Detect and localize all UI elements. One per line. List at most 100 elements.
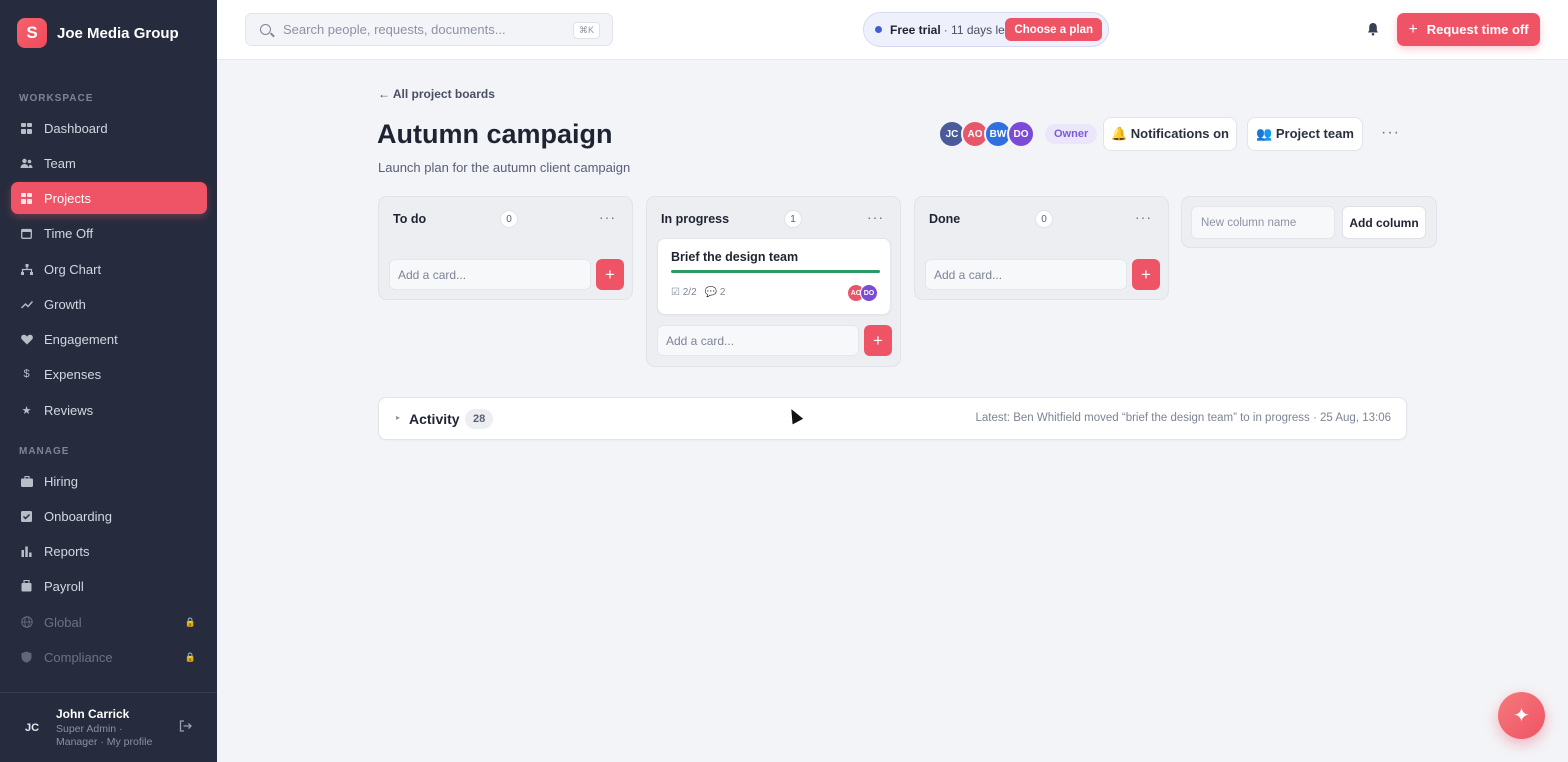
sidebar-item-time-off[interactable]: Time Off <box>11 217 207 249</box>
sidebar-item-dashboard[interactable]: Dashboard <box>11 112 207 144</box>
brand-name: Joe Media Group <box>57 24 179 42</box>
sidebar-item-team[interactable]: Team <box>11 147 207 179</box>
sidebar: S Joe Media Group WORKSPACE Dashboard Te… <box>0 0 217 762</box>
plus-icon: + <box>605 264 615 284</box>
board-column-in-progress: In progress 1 ··· Brief the design team … <box>646 196 901 367</box>
add-card-input[interactable]: Add a card... <box>657 325 859 356</box>
activity-panel[interactable]: ▸ Activity 28 Latest: Ben Whitfield move… <box>378 397 1407 440</box>
search-input[interactable]: Search people, requests, documents... ⌘K <box>245 13 613 46</box>
task-title: Brief the design team <box>671 250 799 264</box>
sidebar-item-expenses[interactable]: $ Expenses <box>11 358 207 390</box>
sidebar-item-label: Time Off <box>44 225 94 241</box>
choose-plan-button[interactable]: Choose a plan <box>1005 18 1102 41</box>
sidebar-item-label: Reviews <box>44 402 94 418</box>
sidebar-item-label: Projects <box>44 190 91 206</box>
user-profile[interactable]: JC John Carrick Super Admin · Manager · … <box>0 692 217 762</box>
checkbox-icon <box>20 510 33 523</box>
member-avatars[interactable]: JC AO BW DO <box>938 120 1035 148</box>
avatar: DO <box>860 284 878 302</box>
task-progress-bar <box>671 270 880 273</box>
column-title: To do <box>393 212 427 226</box>
sidebar-item-engagement[interactable]: Engagement <box>11 323 207 355</box>
shield-icon <box>20 651 33 664</box>
sidebar-item-compliance[interactable]: Compliance 🔒 <box>11 641 207 673</box>
sidebar-item-reports[interactable]: Reports <box>11 535 207 567</box>
sidebar-item-org-chart[interactable]: Org Chart <box>11 253 207 285</box>
sidebar-item-global[interactable]: Global 🔒 <box>11 606 207 638</box>
dollar-icon: $ <box>23 368 30 380</box>
sidebar-item-projects[interactable]: Projects <box>11 182 207 214</box>
briefcase-icon <box>20 475 33 488</box>
trial-banner: Free trial · 11 days left Choose a plan <box>863 12 1109 47</box>
task-progress-fill <box>671 270 880 273</box>
search-placeholder: Search people, requests, documents... <box>283 22 506 37</box>
topbar: Search people, requests, documents... ⌘K… <box>217 0 1568 60</box>
sidebar-item-label: Engagement <box>44 331 118 347</box>
sidebar-item-label: Onboarding <box>44 508 112 524</box>
heart-icon <box>20 333 33 346</box>
chevron-right-icon: ▸ <box>396 413 401 422</box>
calendar-icon <box>20 227 33 240</box>
bell-icon[interactable] <box>1367 22 1379 36</box>
page-subtitle: Launch plan for the autumn client campai… <box>378 160 631 175</box>
column-count: 0 <box>1035 210 1053 228</box>
lock-icon: 🔒 <box>184 616 196 627</box>
board-column-to-do: To do 0 ··· Add a card... + <box>378 196 633 300</box>
add-column-button[interactable]: Add column <box>1342 206 1426 239</box>
sidebar-item-onboarding[interactable]: Onboarding <box>11 500 207 532</box>
globe-icon <box>20 616 33 629</box>
sidebar-item-reviews[interactable]: ★ Reviews <box>11 394 207 426</box>
sidebar-item-label: Growth <box>44 296 86 312</box>
logout-icon[interactable] <box>179 720 192 735</box>
column-more-icon[interactable]: ··· <box>1135 209 1152 225</box>
lock-icon: 🔒 <box>184 651 196 662</box>
payroll-icon <box>20 580 33 593</box>
add-card-button[interactable]: + <box>596 259 624 290</box>
grid-icon <box>20 192 33 205</box>
brand-logo-icon: S <box>17 18 47 48</box>
new-column-name-input[interactable]: New column name <box>1191 206 1335 239</box>
sidebar-item-growth[interactable]: Growth <box>11 288 207 320</box>
column-more-icon[interactable]: ··· <box>867 209 884 225</box>
manage-section-label: MANAGE <box>19 446 70 457</box>
sidebar-item-label: Compliance <box>44 649 113 665</box>
add-card-button[interactable]: + <box>1132 259 1160 290</box>
sidebar-item-label: Expenses <box>44 366 102 382</box>
people-icon <box>20 157 33 170</box>
column-count: 0 <box>500 210 518 228</box>
sidebar-item-label: Reports <box>44 543 90 559</box>
task-assignees: AO DO <box>847 284 878 302</box>
project-team-button[interactable]: 👥 Project team <box>1247 117 1363 151</box>
sidebar-item-payroll[interactable]: Payroll <box>11 570 207 602</box>
checklist-count: ☑ 2/2 <box>671 287 697 298</box>
sidebar-item-label: Payroll <box>44 578 84 594</box>
plus-icon: + <box>1141 264 1151 284</box>
add-card-button[interactable]: + <box>864 325 892 356</box>
request-time-off-button[interactable]: + Request time off <box>1397 13 1540 46</box>
avatar: JC <box>24 722 40 734</box>
sidebar-item-label: Global <box>44 614 82 630</box>
add-card-input[interactable]: Add a card... <box>925 259 1127 290</box>
trial-days-left: · 11 days left <box>943 22 1012 37</box>
comment-count: 💬 2 <box>704 287 726 298</box>
trend-icon <box>20 298 33 311</box>
board-column-done: Done 0 ··· Add a card... + <box>914 196 1169 300</box>
sparkle-icon[interactable]: ✦ <box>1498 692 1545 739</box>
sidebar-item-label: Org Chart <box>44 261 102 277</box>
brand[interactable]: S Joe Media Group <box>17 18 179 48</box>
column-more-icon[interactable]: ··· <box>599 209 616 225</box>
more-options-icon[interactable]: ··· <box>1381 124 1400 142</box>
column-count: 1 <box>784 210 802 228</box>
search-shortcut: ⌘K <box>572 22 600 39</box>
user-name: John Carrick <box>56 707 130 721</box>
plus-icon: + <box>873 330 883 350</box>
user-role: Super Admin · Manager · My profile <box>56 723 153 748</box>
sidebar-item-hiring[interactable]: Hiring <box>11 465 207 497</box>
trial-status-dot <box>875 26 882 33</box>
owner-badge: Owner <box>1045 124 1098 144</box>
sidebar-item-label: Team <box>44 155 76 171</box>
back-to-boards-link[interactable]: ← All project boards <box>378 87 495 101</box>
add-card-input[interactable]: Add a card... <box>389 259 591 290</box>
notifications-button[interactable]: 🔔 Notifications on <box>1103 117 1237 151</box>
task-card[interactable]: Brief the design team ☑ 2/2 💬 2 AO DO <box>657 238 891 315</box>
